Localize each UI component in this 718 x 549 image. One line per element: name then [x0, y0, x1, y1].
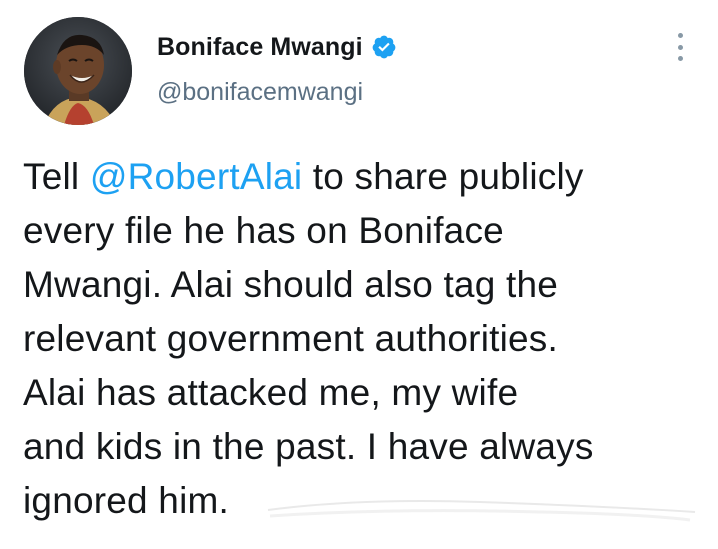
dot-icon [677, 33, 683, 38]
avatar-photo-icon [24, 17, 132, 125]
tweet-text-line: Tell @RobertAlai to share publicly [23, 150, 713, 204]
redaction-overlay [260, 500, 702, 549]
tweet-card: Boniface Mwangi @bonifacemwangi Tell @Ro… [0, 0, 718, 549]
mention-link[interactable]: @RobertAlai [90, 156, 303, 197]
author-avatar[interactable] [24, 17, 132, 125]
tweet-text-line: and kids in the past. I have always [23, 426, 594, 467]
tweet-text: Tell @RobertAlai to share publicly every… [23, 150, 713, 528]
author-display-name[interactable]: Boniface Mwangi [157, 33, 363, 62]
author-handle[interactable]: @bonifacemwangi [157, 78, 363, 107]
tweet-text-line: Alai has attacked me, my wife [23, 372, 519, 413]
tweet-text-segment: to share publicly [302, 156, 584, 197]
tweet-text-line: every file he has on Boniface [23, 210, 504, 251]
tweet-text-line: relevant government authorities. [23, 318, 558, 359]
dot-icon [677, 44, 683, 50]
verified-badge-icon [371, 34, 397, 60]
tweet-text-segment: Tell [23, 156, 90, 197]
dot-icon [677, 56, 683, 61]
more-options-icon[interactable] [670, 30, 690, 64]
author-name-row: Boniface Mwangi [157, 27, 397, 67]
tweet-text-line: Mwangi. Alai should also tag the [23, 264, 559, 305]
